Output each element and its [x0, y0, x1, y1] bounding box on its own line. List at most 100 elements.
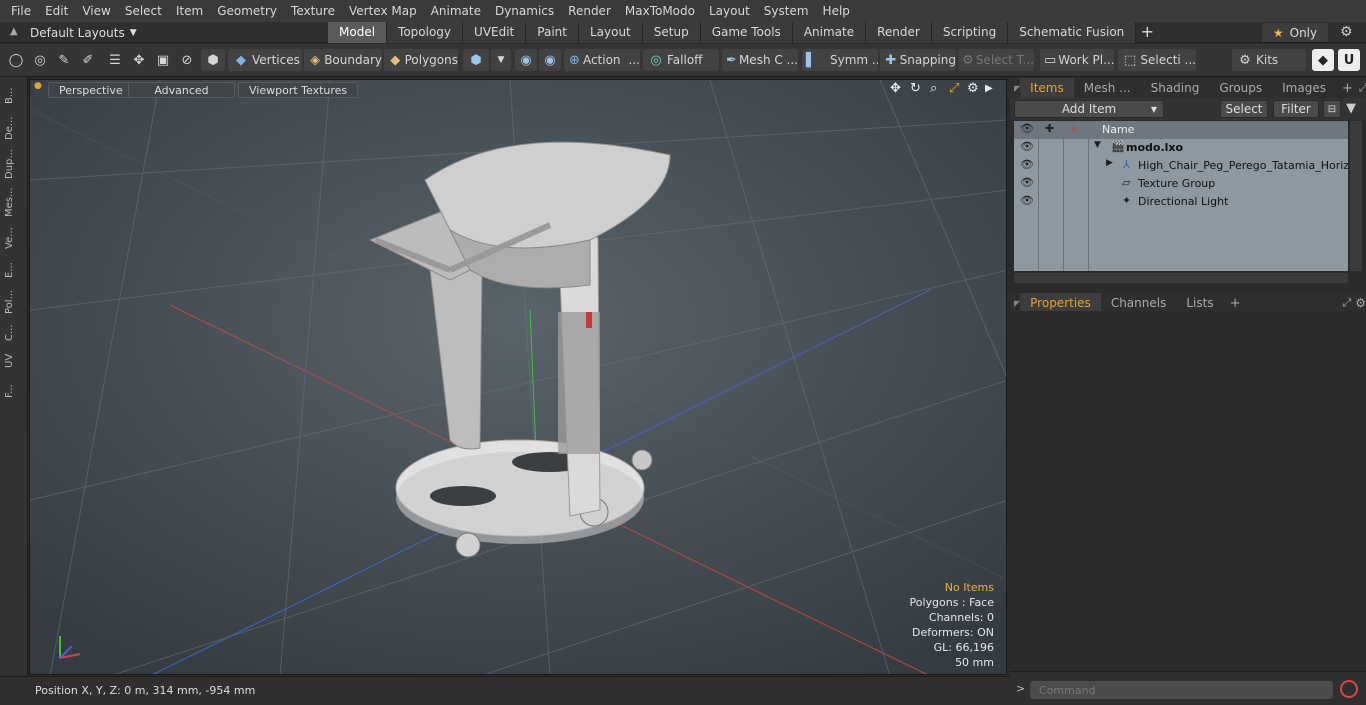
select-through-button[interactable]: ⚙ Select T... [958, 49, 1034, 71]
menu-dynamics[interactable]: Dynamics [488, 4, 561, 18]
left-tool-vertex[interactable]: Ve... [4, 223, 22, 253]
chevron-down-icon[interactable]: ▼ [491, 49, 511, 71]
pen-icon[interactable]: ✎ [53, 49, 75, 71]
slash-circle-icon[interactable]: ⊘ [176, 49, 198, 71]
expand-down-icon[interactable]: ▼ [1094, 140, 1101, 150]
filter-button[interactable]: Filter [1273, 100, 1319, 118]
expand-panel-icon[interactable]: ⤢ [1342, 296, 1351, 310]
rotate-icon[interactable]: ↻ [910, 81, 921, 96]
tab-render[interactable]: Render [866, 22, 932, 43]
tab-lists[interactable]: Lists [1176, 296, 1223, 310]
tab-animate[interactable]: Animate [792, 22, 867, 43]
viewport-tab-textures[interactable]: Viewport Textures [238, 82, 359, 98]
add-panel-tab-icon[interactable]: + [1224, 296, 1247, 311]
layout-selector[interactable]: ▲ Default Layouts ▼ [0, 22, 300, 43]
maximize-icon[interactable]: ⤢ [949, 81, 959, 96]
menu-system[interactable]: System [757, 4, 816, 18]
item-list-scrollbar[interactable] [1350, 121, 1362, 271]
menu-item[interactable]: Item [169, 4, 210, 18]
menu-texture[interactable]: Texture [284, 4, 342, 18]
menu-select[interactable]: Select [118, 4, 169, 18]
left-tool-duplicate[interactable]: Dup... [4, 147, 22, 181]
work-plane-button[interactable]: ▭ Work Pl... [1040, 49, 1114, 71]
menu-view[interactable]: View [75, 4, 117, 18]
tab-items[interactable]: Items [1020, 78, 1074, 98]
pan-icon[interactable]: ✥ [890, 81, 901, 96]
selection-sets-button[interactable]: ⬚ Selecti ... [1118, 49, 1196, 71]
left-tool-curve[interactable]: C... [4, 321, 22, 345]
collapse-icon[interactable]: ⊟ [1323, 100, 1341, 118]
visibility-eye-icon[interactable]: 👁 [1020, 194, 1034, 207]
tab-game-tools[interactable]: Game Tools [700, 22, 793, 43]
menu-help[interactable]: Help [816, 4, 857, 18]
material-icon[interactable]: ◉ [515, 49, 537, 71]
visibility-eye-icon[interactable]: 👁 [1020, 176, 1034, 189]
mesh-constraint-button[interactable]: ✒ Mesh C ... [722, 49, 798, 71]
visibility-eye-icon[interactable]: 👁 [1020, 140, 1034, 153]
menu-edit[interactable]: Edit [38, 4, 75, 18]
tab-channels[interactable]: Channels [1101, 296, 1177, 310]
funnel-icon[interactable]: ▼ [1346, 101, 1356, 116]
viewport-tab-perspective[interactable]: Perspective [48, 82, 134, 98]
left-tool-uv[interactable]: UV [4, 349, 22, 373]
boundary-button[interactable]: ◈ Boundary [304, 49, 382, 71]
menu-render[interactable]: Render [561, 4, 618, 18]
vertices-button[interactable]: ◆ Vertices [228, 49, 302, 71]
tab-scripting[interactable]: Scripting [931, 22, 1009, 43]
tab-shading[interactable]: Shading [1141, 81, 1210, 95]
tab-groups[interactable]: Groups [1209, 81, 1272, 95]
3d-viewport[interactable]: ● Perspective Advanced Viewport Textures… [29, 79, 1007, 675]
menu-geometry[interactable]: Geometry [210, 4, 284, 18]
viewport-tab-advanced[interactable]: Advanced [128, 82, 235, 98]
left-tool-fusion[interactable]: F... [4, 377, 22, 405]
panel-gear-icon[interactable]: ⚙ [1351, 296, 1366, 310]
only-button[interactable]: ★ Only [1262, 23, 1328, 42]
left-tool-edge[interactable]: E... [4, 257, 22, 283]
align-icon[interactable]: ☰ [104, 49, 126, 71]
item-mode-icon[interactable]: ⬢ [463, 49, 489, 71]
left-tool-mesh[interactable]: Mes... [4, 185, 22, 219]
item-list-hscrollbar[interactable] [1014, 273, 1348, 283]
snapping-button[interactable]: ✚ Snapping [880, 49, 956, 71]
falloff-button[interactable]: ◎ Falloff [643, 49, 719, 71]
menu-file[interactable]: File [4, 4, 38, 18]
tab-schematic-fusion[interactable]: Schematic Fusion [1008, 22, 1137, 43]
tab-properties[interactable]: Properties [1020, 293, 1101, 313]
tab-images[interactable]: Images [1272, 81, 1336, 95]
record-icon[interactable] [1340, 680, 1358, 698]
tab-setup[interactable]: Setup [642, 22, 701, 43]
name-column-header[interactable]: Name [1102, 123, 1134, 136]
viewport-menu-dot-icon[interactable]: ● [34, 81, 42, 91]
globe-icon[interactable]: ◎ [29, 49, 51, 71]
viewport-gear-icon[interactable]: ⚙ [967, 81, 979, 96]
left-tool-polygon[interactable]: Pol... [4, 287, 22, 317]
menu-animate[interactable]: Animate [424, 4, 488, 18]
lock-header-icon[interactable]: ✚ [1045, 122, 1054, 135]
add-panel-tab-icon[interactable]: + [1336, 81, 1359, 96]
menu-layout[interactable]: Layout [702, 4, 757, 18]
brush-icon[interactable]: ✐ [77, 49, 99, 71]
tab-topology[interactable]: Topology [387, 22, 464, 43]
center-icon[interactable]: ✥ [128, 49, 150, 71]
square-circle-icon[interactable]: ▣ [152, 49, 174, 71]
tab-uvedit[interactable]: UVEdit [463, 22, 527, 43]
unity-icon[interactable]: ◆ [1312, 49, 1334, 71]
zoom-icon[interactable]: ⌕ [930, 81, 937, 96]
panel-menu-icon[interactable]: ◤ [1010, 299, 1020, 308]
tab-mesh[interactable]: Mesh ... [1074, 81, 1141, 95]
viewport-more-icon[interactable]: ▶ [985, 83, 993, 94]
tab-paint[interactable]: Paint [526, 22, 579, 43]
list-item[interactable]: 👁 ▶ ⅄ High_Chair_Peg_Perego_Tatamia_Hori… [1014, 157, 1348, 175]
panel-menu-icon[interactable]: ◤ [1010, 84, 1020, 93]
left-tool-deform[interactable]: De... [4, 113, 22, 143]
viewport-scene[interactable] [30, 80, 1007, 675]
action-button[interactable]: ⊕ Action ... [564, 49, 640, 71]
unreal-icon[interactable]: U [1338, 49, 1360, 71]
shield-select-icon[interactable]: ⬢ [201, 49, 225, 71]
expand-right-icon[interactable]: ▶ [1106, 158, 1113, 168]
add-item-button[interactable]: Add Item ▼ [1014, 100, 1164, 118]
polygons-button[interactable]: ◆ Polygons [384, 49, 458, 71]
menu-maxtomodo[interactable]: MaxToModo [618, 4, 702, 18]
circle-select-icon[interactable]: ◯ [5, 49, 27, 71]
list-item[interactable]: 👁 ▱ Texture Group [1014, 175, 1348, 193]
